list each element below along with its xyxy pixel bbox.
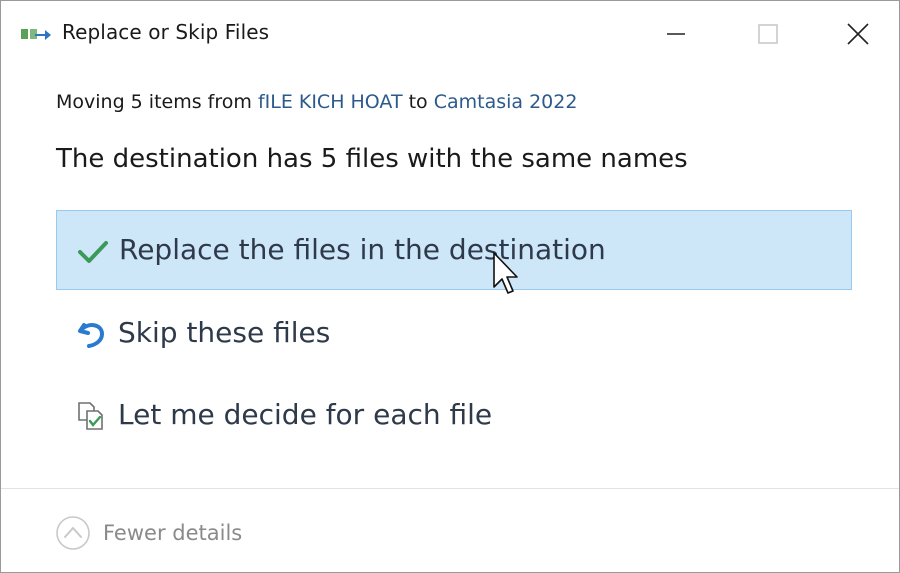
destination-folder-link[interactable]: Camtasia 2022 xyxy=(434,91,578,113)
maximize-icon xyxy=(758,24,778,44)
to-word: to xyxy=(402,91,434,113)
maximize-button[interactable] xyxy=(722,1,814,67)
fewer-details-toggle[interactable]: Fewer details xyxy=(55,513,242,553)
window-title: Replace or Skip Files xyxy=(62,20,270,44)
checkmark-icon xyxy=(78,241,108,263)
close-button[interactable] xyxy=(812,1,899,67)
compare-files-icon xyxy=(78,402,103,430)
move-files-icon xyxy=(21,29,51,40)
chevron-up-circle-icon xyxy=(56,516,90,550)
moving-prefix: Moving 5 items from xyxy=(56,91,258,113)
decide-each-file-option[interactable]: Let me decide for each file xyxy=(56,376,852,456)
source-folder-link[interactable]: fILE KICH HOAT xyxy=(258,91,403,113)
skip-arrow-icon xyxy=(78,323,105,348)
moving-status: Moving 5 items from fILE KICH HOAT to Ca… xyxy=(56,91,577,113)
footer-divider xyxy=(1,488,899,489)
title-bar[interactable]: Replace or Skip Files xyxy=(1,1,899,67)
skip-files-option[interactable]: Skip these files xyxy=(56,294,852,374)
replace-files-label: Replace the files in the destination xyxy=(119,233,606,266)
close-icon xyxy=(847,23,869,45)
conflict-message: The destination has 5 files with the sam… xyxy=(56,144,688,174)
replace-files-option[interactable]: Replace the files in the destination xyxy=(56,210,852,290)
decide-each-file-label: Let me decide for each file xyxy=(118,398,493,431)
fewer-details-label: Fewer details xyxy=(103,521,243,545)
skip-files-label: Skip these files xyxy=(118,316,331,349)
minimize-icon xyxy=(667,33,685,35)
minimize-button[interactable] xyxy=(630,1,722,67)
replace-or-skip-dialog: Replace or Skip Files Moving 5 items fro… xyxy=(0,0,900,573)
